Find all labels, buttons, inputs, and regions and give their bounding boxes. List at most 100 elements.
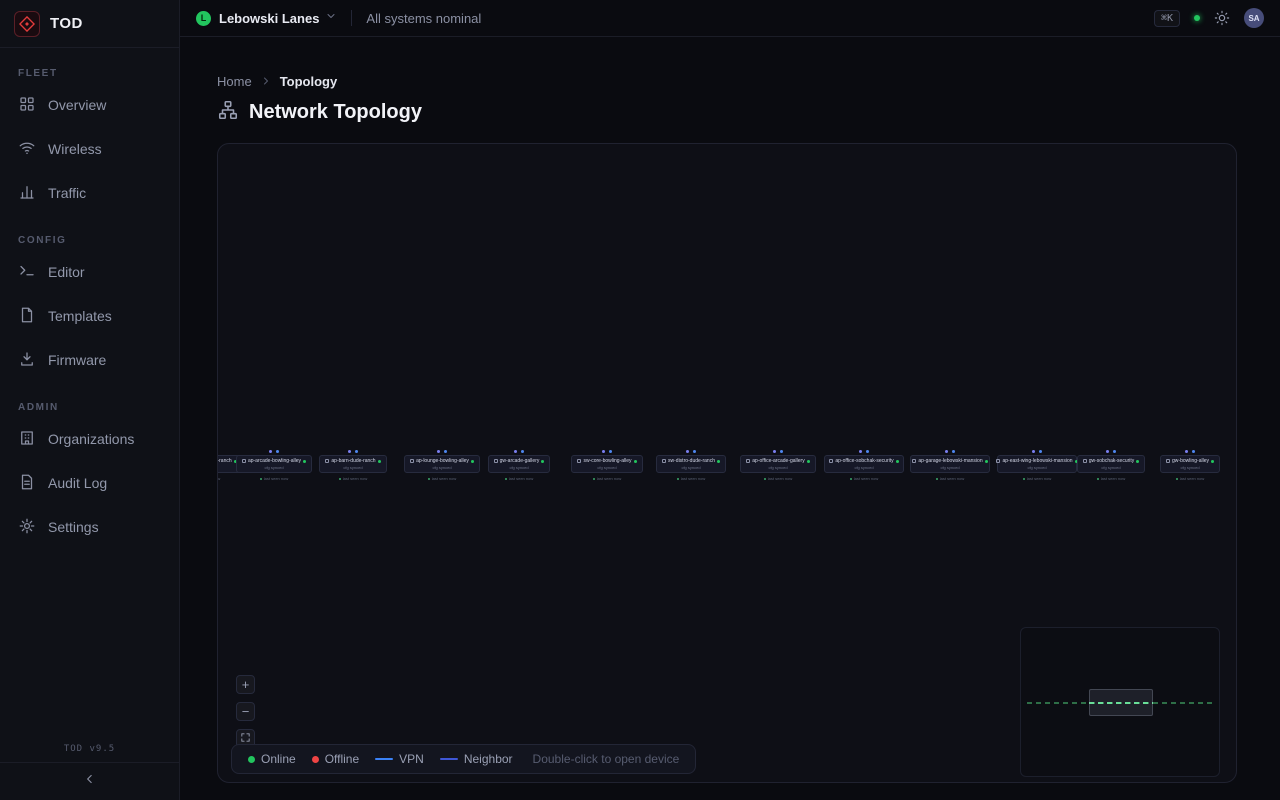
device-node[interactable]: ap-east-wing-lebowski-mansion cfg synced… — [999, 450, 1075, 481]
device-name: sw-access-dude-ranch — [217, 458, 232, 464]
page-title-row: Network Topology — [217, 99, 1237, 126]
device-node[interactable]: ap-lounge-bowling-alley cfg synced last … — [404, 450, 480, 481]
device-ports — [859, 450, 869, 453]
device-node[interactable]: ap-office-arcade-gallery cfg synced last… — [740, 450, 816, 481]
gear-icon — [18, 517, 36, 538]
sidebar-item-firmware[interactable]: Firmware — [0, 338, 179, 382]
app-logo-icon — [14, 11, 40, 37]
sidebar-item-label: Traffic — [48, 185, 86, 201]
device-node[interactable]: gw-arcade-gallery cfg synced last seen n… — [481, 450, 557, 481]
device-card[interactable]: gw-bowling-alley cfg synced — [1160, 455, 1220, 473]
online-status-dot-icon — [541, 460, 544, 463]
theme-toggle-sun-icon[interactable] — [1214, 10, 1230, 26]
sidebar-nav: FLEET Overview Wireless Traffic CONFIG E… — [0, 48, 179, 549]
bar-chart-icon — [18, 183, 36, 204]
device-name: ap-barn-dude-ranch — [331, 458, 375, 464]
port-dot-icon — [514, 450, 517, 453]
device-child-text: last seen now — [854, 476, 878, 481]
device-node[interactable]: gw-bowling-alley cfg synced last seen no… — [1152, 450, 1228, 481]
zoom-in-button[interactable]: + — [236, 675, 255, 694]
device-icon — [577, 459, 581, 463]
device-child-text: last seen now — [343, 476, 367, 481]
port-dot-icon — [1039, 450, 1042, 453]
sidebar-item-settings[interactable]: Settings — [0, 505, 179, 549]
port-dot-icon — [444, 450, 447, 453]
device-child-label: last seen now — [1097, 476, 1125, 481]
sidebar-item-traffic[interactable]: Traffic — [0, 171, 179, 215]
chevron-down-icon — [325, 9, 337, 27]
device-child-label: last seen now — [593, 476, 621, 481]
port-dot-icon — [1113, 450, 1116, 453]
device-sub: cfg synced — [343, 465, 362, 470]
device-icon — [662, 459, 666, 463]
breadcrumb-home-link[interactable]: Home — [217, 74, 252, 89]
sidebar-item-organizations[interactable]: Organizations — [0, 417, 179, 461]
device-icon — [996, 459, 1000, 463]
port-dot-icon — [780, 450, 783, 453]
sidebar-collapse-button[interactable] — [0, 762, 179, 800]
online-status-dot-icon — [985, 460, 988, 463]
device-node[interactable]: sw-core-bowling-alley cfg synced last se… — [569, 450, 645, 481]
command-palette-shortcut[interactable]: ⌘K — [1154, 10, 1180, 27]
wifi-icon — [18, 139, 36, 160]
device-ports — [437, 450, 447, 453]
device-card[interactable]: ap-garage-lebowski-mansion cfg synced — [910, 455, 990, 473]
system-status-text: All systems nominal — [366, 11, 481, 26]
device-card[interactable]: ap-east-wing-lebowski-mansion cfg synced — [997, 455, 1077, 473]
zoom-out-button[interactable]: − — [236, 702, 255, 721]
sidebar-item-label: Organizations — [48, 431, 134, 447]
device-name: ap-lounge-bowling-alley — [416, 458, 469, 464]
legend-online: Online — [248, 752, 296, 766]
zoom-controls: + − — [236, 675, 255, 748]
legend-neighbor: Neighbor — [440, 752, 513, 766]
minimap-viewport[interactable] — [1089, 689, 1153, 716]
port-dot-icon — [521, 450, 524, 453]
device-icon — [746, 459, 750, 463]
device-card[interactable]: gw-sobchak-security cfg synced — [1077, 455, 1146, 473]
device-name: sw-core-bowling-alley — [583, 458, 631, 464]
sidebar-item-editor[interactable]: Editor — [0, 250, 179, 294]
device-card[interactable]: sw-distro-dude-ranch cfg synced — [656, 455, 726, 473]
sidebar: TOD FLEET Overview Wireless Traffic CONF… — [0, 0, 180, 800]
device-card[interactable]: ap-office-arcade-gallery cfg synced — [740, 455, 815, 473]
device-node[interactable]: ap-arcade-bowling-alley cfg synced last … — [236, 450, 312, 481]
divider — [351, 10, 352, 26]
device-card[interactable]: gw-arcade-gallery cfg synced — [488, 455, 551, 473]
device-card[interactable]: ap-lounge-bowling-alley cfg synced — [404, 455, 480, 473]
device-node[interactable]: gw-sobchak-security cfg synced last seen… — [1073, 450, 1149, 481]
breadcrumb-current: Topology — [280, 74, 338, 89]
sidebar-item-templates[interactable]: Templates — [0, 294, 179, 338]
device-node[interactable]: ap-garage-lebowski-mansion cfg synced la… — [912, 450, 988, 481]
minimap[interactable] — [1020, 627, 1220, 777]
device-child-text: last seen now — [940, 476, 964, 481]
device-child-text: last seen now — [432, 476, 456, 481]
port-dot-icon — [1106, 450, 1109, 453]
sidebar-item-wireless[interactable]: Wireless — [0, 127, 179, 171]
device-icon — [494, 459, 498, 463]
device-sub: cfg synced — [1101, 465, 1120, 470]
device-card[interactable]: ap-office-sobchak-security cfg synced — [824, 455, 904, 473]
device-node[interactable]: ap-barn-dude-ranch cfg synced last seen … — [315, 450, 391, 481]
device-name: sw-distro-dude-ranch — [668, 458, 715, 464]
device-sub: cfg synced — [940, 465, 959, 470]
sidebar-item-label: Editor — [48, 264, 85, 280]
port-dot-icon — [1185, 450, 1188, 453]
device-node[interactable]: sw-distro-dude-ranch cfg synced last see… — [653, 450, 729, 481]
org-switcher[interactable]: L Lebowski Lanes — [196, 9, 337, 27]
device-sub: cfg synced — [597, 465, 616, 470]
device-ports — [945, 450, 955, 453]
device-node[interactable]: ap-office-sobchak-security cfg synced la… — [826, 450, 902, 481]
device-card[interactable]: ap-barn-dude-ranch cfg synced — [319, 455, 386, 473]
device-child-text: last seen now — [264, 476, 288, 481]
user-avatar[interactable]: SA — [1244, 8, 1264, 28]
child-dot-icon — [764, 478, 766, 480]
sidebar-item-overview[interactable]: Overview — [0, 83, 179, 127]
topology-canvas[interactable]: sw-access-dude-ranch cfg synced last see… — [217, 143, 1237, 783]
sidebar-item-audit-log[interactable]: Audit Log — [0, 461, 179, 505]
port-dot-icon — [355, 450, 358, 453]
device-card[interactable]: sw-core-bowling-alley cfg synced — [571, 455, 642, 473]
device-child-label: last seen now — [850, 476, 878, 481]
device-card[interactable]: ap-arcade-bowling-alley cfg synced — [236, 455, 312, 473]
device-child-label: last seen now — [764, 476, 792, 481]
device-sub: cfg synced — [264, 465, 283, 470]
